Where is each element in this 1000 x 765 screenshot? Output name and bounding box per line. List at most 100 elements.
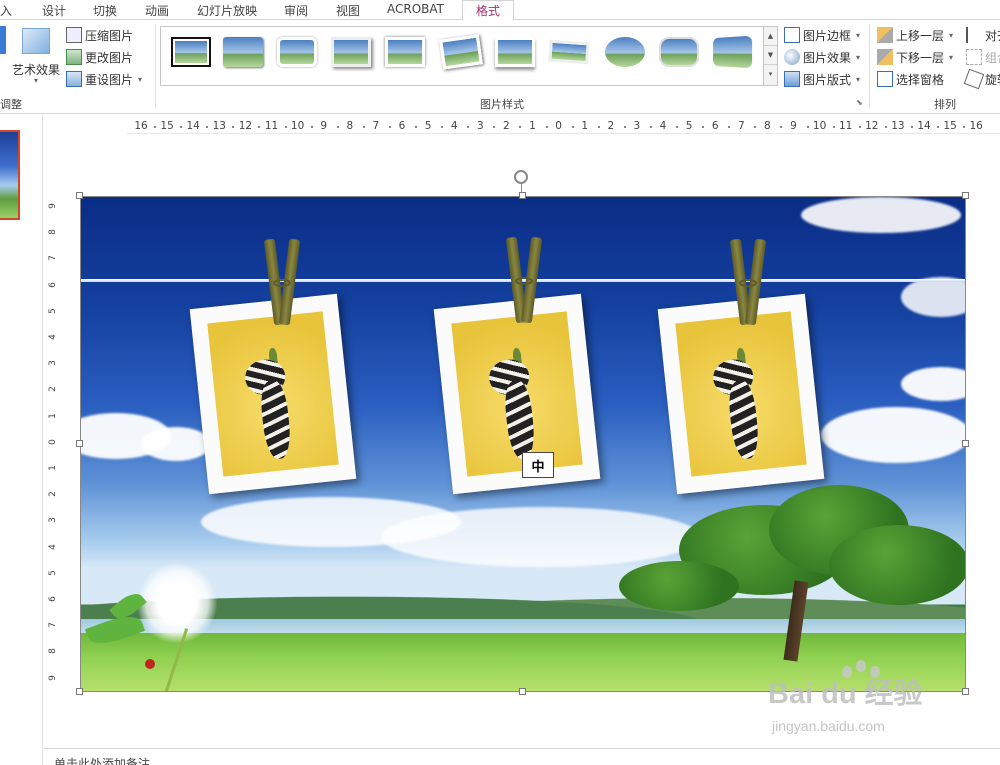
slide-canvas: 16 15 14 13 12 11 10 9 8 7 6 5 4 3 2 1 0 1 2 3 4 5 6 7 8 9 10 11 12 1… [44,114,1000,748]
resize-handle-bottom-left[interactable] [76,688,83,695]
ruler-v-label: 6 [47,596,58,602]
slide-thumbnail-1[interactable] [0,130,20,220]
group-button[interactable]: 组合 [966,48,1000,66]
ruler-h-label: 14 [917,120,931,132]
tab-insert[interactable]: 入 [0,2,12,19]
ruler-h-dot [702,126,705,128]
ruler-h-dot [258,126,261,128]
picture-styles-group-label: 图片样式 [480,98,524,111]
ruler-h-label: 13 [212,120,226,132]
gallery-more-icon[interactable]: ▾ [764,65,777,84]
tab-view[interactable]: 视图 [336,2,360,19]
clothespin-3 [729,238,767,326]
reset-picture-button[interactable]: 重设图片 ▾ [66,70,142,88]
ruler-h-label: 1 [581,120,589,132]
style-thumb-7[interactable] [495,37,535,67]
rotate-handle[interactable] [514,170,528,184]
picture-styles-gallery: ▲ ▼ ▾ [160,26,778,86]
rotate-button[interactable]: 旋转 [963,68,1000,90]
style-thumb-11[interactable] [713,35,753,69]
style-thumb-5[interactable] [385,37,425,67]
send-backward-icon [877,49,893,65]
style-thumb-3[interactable] [277,37,317,67]
ruler-h-label: 2 [607,120,615,132]
picture-layout-button[interactable]: 图片版式 ▾ [784,70,860,88]
resize-handle-top-left[interactable] [76,192,83,199]
tab-design[interactable]: 设计 [42,2,66,19]
ruler-h-dot [493,126,496,128]
style-thumb-1[interactable] [171,37,211,67]
change-picture-button[interactable]: 更改图片 [66,48,133,66]
ruler-h-dot [884,126,887,128]
style-thumb-6[interactable] [439,34,483,70]
ruler-v-label: 9 [47,674,58,681]
group-divider [155,24,156,108]
ruler-h-label: 16 [134,120,148,132]
art-effects-icon[interactable] [22,28,50,54]
rotate-icon [963,68,985,90]
compress-pictures-button[interactable]: 压缩图片 [66,26,133,44]
ruler-h-label: 11 [264,120,279,132]
style-thumb-2[interactable] [223,37,263,67]
ruler-h-label: 6 [711,120,719,132]
gallery-scrollbar[interactable]: ▲ ▼ ▾ [763,27,777,85]
ruler-h-dot [649,126,652,128]
style-thumb-8[interactable] [548,39,590,65]
ruler-h-dot [388,126,391,128]
effects-dropdown-icon: ▾ [856,52,861,62]
tab-animations[interactable]: 动画 [145,2,169,19]
selected-picture[interactable] [80,196,966,692]
send-backward-button[interactable]: 下移一层 ▾ [877,48,953,66]
ruler-v-label: 1 [47,412,58,419]
dandelion [137,563,217,643]
picture-effects-button[interactable]: 图片效果 ▾ [784,48,860,66]
ruler-h-dot [441,126,444,128]
style-thumb-10[interactable] [659,37,699,67]
ruler-v-label: 5 [47,569,58,576]
style-thumb-4[interactable] [331,37,371,67]
ruler-h-label: 4 [659,120,667,132]
group-icon [966,49,982,65]
bring-forward-button[interactable]: 上移一层 ▾ [877,26,953,44]
ruler-h-label: 0 [555,120,562,132]
resize-handle-right[interactable] [962,440,969,447]
ruler-h-label: 2 [503,120,510,132]
art-effects-dropdown-icon[interactable]: ▾ [34,76,38,85]
gallery-scroll-down-icon[interactable]: ▼ [764,46,777,65]
style-thumb-9[interactable] [605,37,645,67]
cloud [801,197,961,233]
arrange-group-label: 排列 [934,98,956,111]
resize-handle-left[interactable] [76,440,83,447]
align-button[interactable]: 对齐 [966,26,1000,44]
selection-pane-button[interactable]: 选择窗格 [877,70,944,88]
color-icon-partial[interactable] [0,26,6,54]
resize-handle-top[interactable] [519,192,526,199]
ruler-h-label: 4 [450,120,458,132]
compress-icon [66,27,82,43]
picture-border-button[interactable]: 图片边框 ▾ [784,26,860,44]
tab-transitions[interactable]: 切换 [93,2,117,19]
tab-review[interactable]: 审阅 [284,2,308,19]
ruler-h-dot [519,126,522,128]
gallery-scroll-up-icon[interactable]: ▲ [764,27,777,46]
notes-pane[interactable]: 单击此处添加备注 [44,748,1000,765]
ruler-v-label: 0 [47,438,58,445]
ruler-h-dot [676,126,679,128]
watermark-brand: Bai du 经验 [768,678,923,710]
ruler-h-dot [754,126,757,128]
dialog-launcher-icon[interactable]: ⬊ [856,98,863,107]
tab-slideshow[interactable]: 幻灯片放映 [197,2,257,19]
ruler-h-dot [780,126,783,128]
tab-acrobat[interactable]: ACROBAT [387,2,444,16]
ruler-h-label: 9 [320,120,328,132]
ruler-h-dot [728,126,731,128]
hanging-photo-2 [433,293,601,495]
resize-handle-top-right[interactable] [962,192,969,199]
resize-handle-bottom[interactable] [519,688,526,695]
ime-indicator: 中 [522,452,554,478]
ruler-h-dot [963,126,966,128]
resize-handle-bottom-right[interactable] [962,688,969,695]
vertical-ruler: 9 8 7 6 5 4 3 2 1 0 1 2 3 4 5 6 7 8 9 [47,196,62,694]
tab-format[interactable]: 格式 [462,0,515,21]
ruler-h-dot [232,126,235,128]
